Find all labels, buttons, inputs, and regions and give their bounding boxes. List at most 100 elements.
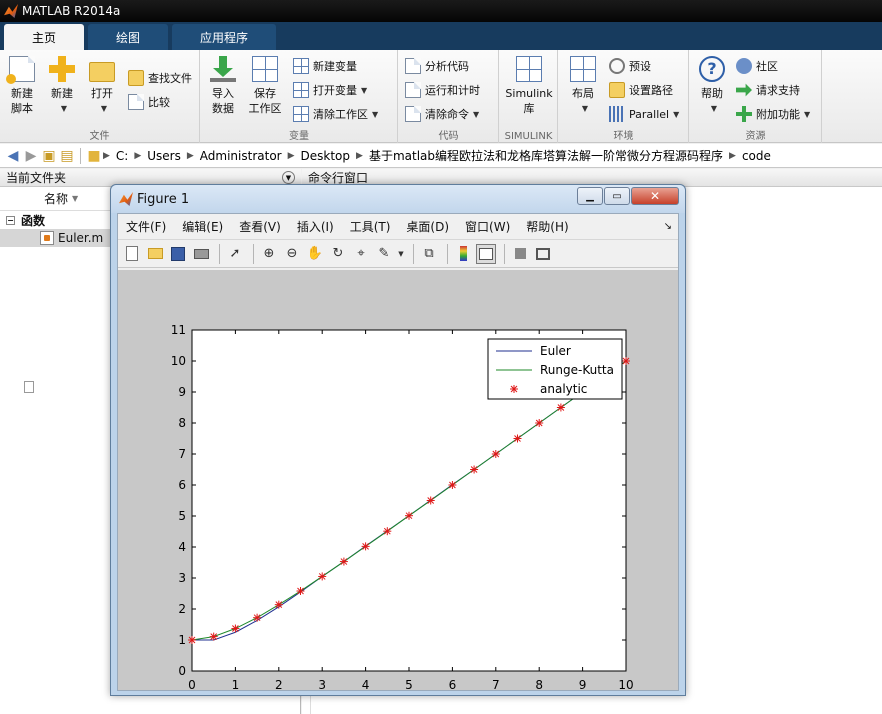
y-tick-label: 5 (178, 509, 186, 523)
plot-svg[interactable]: 0 1 2 3 4 5 6 7 8 9 10 0 1 2 3 4 5 6 7 8 9 10 11 Euler Runge-Ku… (118, 270, 678, 692)
menu-view[interactable]: 查看(V) (239, 218, 281, 235)
simulink-library-button[interactable]: Simulink 库 (504, 56, 554, 116)
pointer-icon[interactable]: ➚ (225, 244, 245, 264)
new-figure-icon[interactable] (122, 244, 142, 264)
show-plot-tools-icon[interactable] (533, 244, 553, 264)
x-tick-label: 8 (535, 678, 543, 690)
y-tick-label: 6 (178, 478, 186, 492)
tab-home[interactable]: 主页 (4, 24, 85, 50)
hide-plot-tools-icon[interactable] (510, 244, 530, 264)
zoom-in-icon[interactable]: ⊕ (259, 244, 279, 264)
analytic-marker (513, 434, 522, 443)
brush-icon[interactable]: ✎ (374, 244, 394, 264)
menu-insert[interactable]: 插入(I) (297, 218, 334, 235)
menu-window[interactable]: 窗口(W) (465, 218, 510, 235)
menu-tools[interactable]: 工具(T) (350, 218, 391, 235)
parallel-button[interactable]: Parallel ▼ (609, 104, 679, 124)
breadcrumb-item[interactable]: 基于matlab编程欧拉法和龙格库塔算法解一阶常微分方程源码程序 (369, 147, 723, 164)
add-ons-button[interactable]: 附加功能 ▼ (736, 104, 810, 124)
browse-folder-icon[interactable]: ▤ (58, 147, 76, 165)
y-tick-label: 10 (171, 354, 186, 368)
forward-arrow-icon[interactable]: ▶ (22, 147, 40, 165)
panel-menu-icon[interactable]: ▼ (282, 171, 295, 184)
preferences-button[interactable]: 预设 (609, 56, 651, 76)
save-icon[interactable] (168, 244, 188, 264)
link-plot-icon[interactable]: ⧉ (419, 244, 439, 264)
analytic-marker (383, 527, 392, 536)
colorbar-icon[interactable] (453, 244, 473, 264)
breadcrumb-item[interactable]: code (742, 149, 771, 163)
parallel-icon (609, 106, 625, 122)
zoom-out-icon[interactable]: ⊖ (282, 244, 302, 264)
figure-toolbar: ➚ ⊕ ⊖ ✋ ↻ ⌖ ✎ ▼ ⧉ (118, 240, 678, 268)
collapse-icon[interactable]: − (6, 215, 15, 225)
figure-title-bar[interactable]: Figure 1 ▁ ▭ ✕ (111, 185, 685, 213)
address-bar: ◀ ▶ ▣ ▤ ■ ▶ C: ▶ Users ▶ Administrator ▶… (0, 144, 882, 168)
ribbon-group-label-variable: 变量 (289, 131, 309, 142)
ribbon-group-label-code: 代码 (438, 131, 459, 142)
ribbon-group-label-resources: 资源 (745, 131, 766, 142)
import-data-button[interactable]: 导入 数据 (203, 56, 243, 116)
compare-button[interactable]: 比较 (128, 92, 170, 112)
figure-canvas: 0 1 2 3 4 5 6 7 8 9 10 0 1 2 3 4 5 6 7 8 9 10 11 Euler Runge-Ku… (118, 270, 678, 692)
breadcrumb-item[interactable]: C: (116, 149, 128, 163)
layout-button[interactable]: 布局 ▼ (563, 56, 603, 116)
set-path-button[interactable]: 设置路径 (609, 80, 673, 100)
rotate-3d-icon[interactable]: ↻ (328, 244, 348, 264)
community-button[interactable]: 社区 (736, 56, 778, 76)
analytic-marker (188, 636, 196, 644)
new-button[interactable]: 新建 ▼ (42, 56, 82, 116)
breadcrumb-item[interactable]: Users (147, 149, 181, 163)
save-workspace-button[interactable]: 保存 工作区 (245, 56, 285, 116)
maximize-button[interactable]: ▭ (604, 187, 630, 205)
chevron-down-icon[interactable]: ▼ (397, 244, 405, 264)
legend-icon[interactable] (476, 243, 496, 264)
ribbon-group-simulink: Simulink 库 SIMULINK (500, 50, 558, 143)
breadcrumb-item[interactable]: Desktop (301, 149, 351, 163)
minimize-button[interactable]: ▁ (577, 187, 603, 205)
menu-desktop[interactable]: 桌面(D) (406, 218, 449, 235)
back-arrow-icon[interactable]: ◀ (4, 147, 22, 165)
up-folder-icon[interactable]: ▣ (40, 147, 58, 165)
help-button[interactable]: ? 帮助 ▼ (692, 56, 732, 116)
chevron-down-icon: ▼ (361, 85, 368, 95)
menu-help[interactable]: 帮助(H) (526, 218, 568, 235)
open-variable-button[interactable]: 打开变量 ▼ (293, 80, 367, 100)
chevron-down-icon: ▼ (804, 109, 811, 119)
y-tick-label: 1 (178, 633, 186, 647)
analytic-marker (296, 587, 305, 596)
ribbon-group-resources: ? 帮助 ▼ 社区 请求支持 附加功能 ▼ 资源 (690, 50, 822, 143)
set-path-icon (609, 82, 625, 98)
clear-commands-icon (405, 106, 421, 122)
ribbon-group-label-environment: 环境 (613, 131, 634, 142)
open-button[interactable]: 打开 ▼ (82, 56, 122, 116)
breadcrumb-item[interactable]: Administrator (200, 149, 282, 163)
open-file-icon[interactable] (145, 244, 165, 264)
y-tick-label: 4 (178, 540, 186, 554)
figure-client-area: 文件(F) 编辑(E) 查看(V) 插入(I) 工具(T) 桌面(D) 窗口(W… (117, 213, 679, 692)
request-support-button[interactable]: 请求支持 (736, 80, 800, 100)
x-tick-label: 3 (318, 678, 326, 690)
tab-apps[interactable]: 应用程序 (172, 24, 277, 50)
menu-edit[interactable]: 编辑(E) (182, 218, 223, 235)
print-icon[interactable] (191, 244, 211, 264)
new-script-button[interactable]: 新建 脚本 (2, 56, 42, 116)
run-and-time-button[interactable]: 运行和计时 (405, 80, 480, 100)
find-files-button[interactable]: 查找文件 (128, 68, 192, 88)
pan-icon[interactable]: ✋ (305, 244, 325, 264)
new-variable-button[interactable]: 新建变量 (293, 56, 357, 76)
analytic-marker (253, 613, 262, 622)
current-folder-title: 当前文件夹 (6, 171, 67, 185)
tab-plots[interactable]: 绘图 (88, 24, 169, 50)
clear-workspace-button[interactable]: 清除工作区 ▼ (293, 104, 378, 124)
dock-arrow-icon[interactable]: ↘ (664, 221, 672, 232)
ribbon-group-label-file: 文件 (89, 131, 110, 142)
menu-file[interactable]: 文件(F) (126, 218, 166, 235)
y-tick-label: 3 (178, 571, 186, 585)
data-cursor-icon[interactable]: ⌖ (351, 244, 371, 264)
legend[interactable]: Euler Runge-Kutta analytic (487, 338, 623, 400)
close-button[interactable]: ✕ (631, 187, 679, 205)
analyze-code-button[interactable]: 分析代码 (405, 56, 469, 76)
clear-commands-button[interactable]: 清除命令 ▼ (405, 104, 479, 124)
breadcrumb-separator-icon: ▶ (356, 150, 363, 161)
